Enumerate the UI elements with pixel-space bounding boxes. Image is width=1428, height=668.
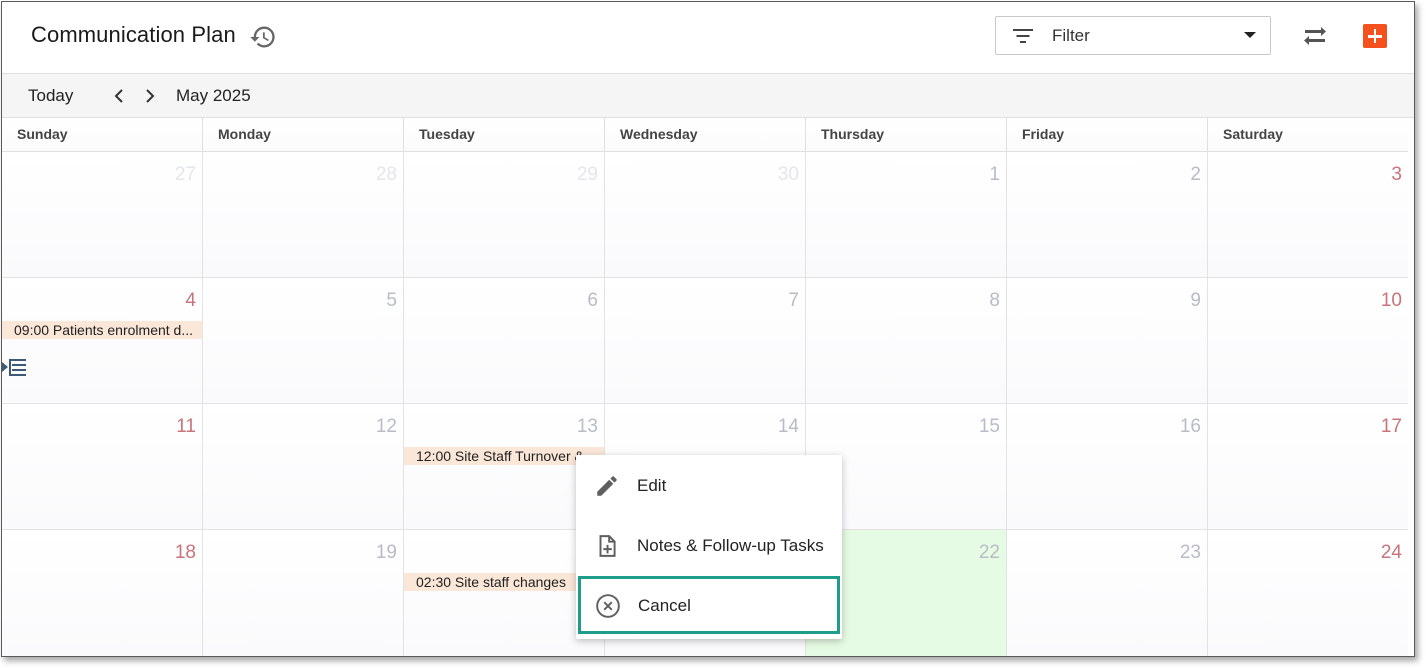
add-icon[interactable] — [1363, 24, 1387, 48]
event-context-menu: Edit Notes & Follow-up Tasks Cancel — [576, 455, 842, 639]
day-cell[interactable]: 6 — [403, 278, 604, 404]
day-number: 12 — [375, 416, 397, 437]
chevron-down-icon — [1244, 32, 1256, 38]
day-number: 29 — [576, 164, 598, 185]
cancel-circle-icon — [596, 594, 620, 618]
filter-label: Filter — [1052, 26, 1090, 45]
menu-item-notes[interactable]: Notes & Follow-up Tasks — [576, 516, 842, 574]
day-cell[interactable]: 28 — [202, 152, 403, 278]
day-cell[interactable]: 8 — [805, 278, 1006, 404]
month-label: May 2025 — [176, 86, 251, 105]
calendar-window: Communication Plan Filter Today May 2025 — [1, 1, 1415, 657]
swap-arrows-icon[interactable] — [1301, 24, 1329, 48]
day-number: 1 — [989, 164, 1000, 185]
day-number: 30 — [777, 164, 799, 185]
weekday-sunday: Sunday — [17, 126, 68, 142]
day-cell[interactable]: 24 — [1207, 530, 1408, 656]
pencil-icon — [597, 476, 617, 496]
day-number: 15 — [978, 416, 1000, 437]
day-cell[interactable]: 3 — [1207, 152, 1408, 278]
day-number: 18 — [174, 542, 196, 563]
day-number: 16 — [1179, 416, 1201, 437]
weekday-tuesday: Tuesday — [403, 118, 604, 152]
day-number: 19 — [375, 542, 397, 563]
weekday-friday: Friday — [1006, 118, 1207, 152]
day-cell[interactable]: 2 — [1006, 152, 1207, 278]
day-cell[interactable]: 20 02:30 Site staff changes — [403, 530, 605, 656]
filter-icon — [1013, 29, 1033, 43]
day-number: 28 — [375, 164, 397, 185]
day-cell[interactable]: 5 — [202, 278, 403, 404]
calendar-event[interactable]: 12:00 Site Staff Turnover & — [404, 447, 605, 465]
day-number: 17 — [1380, 416, 1402, 437]
chevron-left-icon[interactable] — [108, 84, 130, 108]
day-number: 14 — [777, 416, 799, 437]
day-number: 4 — [185, 290, 196, 311]
day-cell[interactable]: 13 12:00 Site Staff Turnover & — [403, 404, 605, 530]
weekday-header-row: Sunday Monday Tuesday Wednesday Thursday… — [2, 118, 1408, 152]
menu-item-edit[interactable]: Edit — [576, 456, 842, 514]
day-number: 2 — [1190, 164, 1201, 185]
day-number: 27 — [174, 164, 196, 185]
day-cell[interactable]: 7 — [604, 278, 805, 404]
menu-item-label: Edit — [637, 476, 667, 495]
chevron-right-icon[interactable] — [139, 84, 161, 108]
history-icon[interactable] — [249, 23, 277, 51]
day-number: 24 — [1380, 542, 1402, 563]
day-number: 10 — [1380, 290, 1402, 311]
day-cell[interactable]: 10 — [1207, 278, 1408, 404]
weekday-wednesday: Wednesday — [604, 118, 805, 152]
day-number: 11 — [176, 416, 196, 437]
day-cell[interactable]: 9 — [1006, 278, 1207, 404]
weekday-saturday: Saturday — [1207, 118, 1408, 152]
weekday-thursday: Thursday — [805, 118, 1006, 152]
day-cell[interactable]: 4 09:00 Patients enrolment d... — [2, 278, 202, 404]
day-number: 23 — [1179, 542, 1201, 563]
day-number: 22 — [978, 542, 1000, 563]
day-number: 5 — [386, 290, 397, 311]
day-number: 7 — [788, 290, 799, 311]
menu-item-label: Notes & Follow-up Tasks — [637, 536, 824, 555]
day-cell[interactable]: 23 — [1006, 530, 1207, 656]
calendar-event[interactable]: 09:00 Patients enrolment d... — [2, 321, 202, 339]
calendar-toolbar: Today May 2025 — [2, 74, 1414, 118]
panel-toggle-icon[interactable] — [2, 354, 28, 380]
weekday-monday: Monday — [202, 118, 403, 152]
filter-dropdown[interactable]: Filter — [995, 16, 1271, 55]
day-cell[interactable]: 30 — [604, 152, 805, 278]
day-cell[interactable]: 11 — [2, 404, 202, 530]
note-add-icon — [599, 535, 616, 557]
menu-item-label: Cancel — [638, 596, 691, 615]
calendar-event[interactable]: 02:30 Site staff changes — [404, 573, 605, 591]
page-title: Communication Plan — [31, 22, 236, 47]
page-header: Communication Plan Filter — [2, 2, 1414, 74]
day-number: 6 — [587, 290, 598, 311]
day-cell[interactable]: 29 — [403, 152, 604, 278]
day-cell[interactable]: 12 — [202, 404, 403, 530]
day-cell[interactable]: 27 — [2, 152, 202, 278]
day-cell[interactable]: 18 — [2, 530, 202, 656]
day-cell[interactable]: 16 — [1006, 404, 1207, 530]
today-button[interactable]: Today — [28, 86, 73, 106]
menu-item-cancel[interactable]: Cancel — [578, 576, 840, 634]
day-cell[interactable]: 19 — [202, 530, 403, 656]
day-cell[interactable]: 17 — [1207, 404, 1408, 530]
day-number: 9 — [1190, 290, 1201, 311]
day-number: 13 — [576, 416, 598, 437]
day-number: 3 — [1391, 164, 1402, 185]
day-cell[interactable]: 1 — [805, 152, 1006, 278]
day-number: 8 — [989, 290, 1000, 311]
